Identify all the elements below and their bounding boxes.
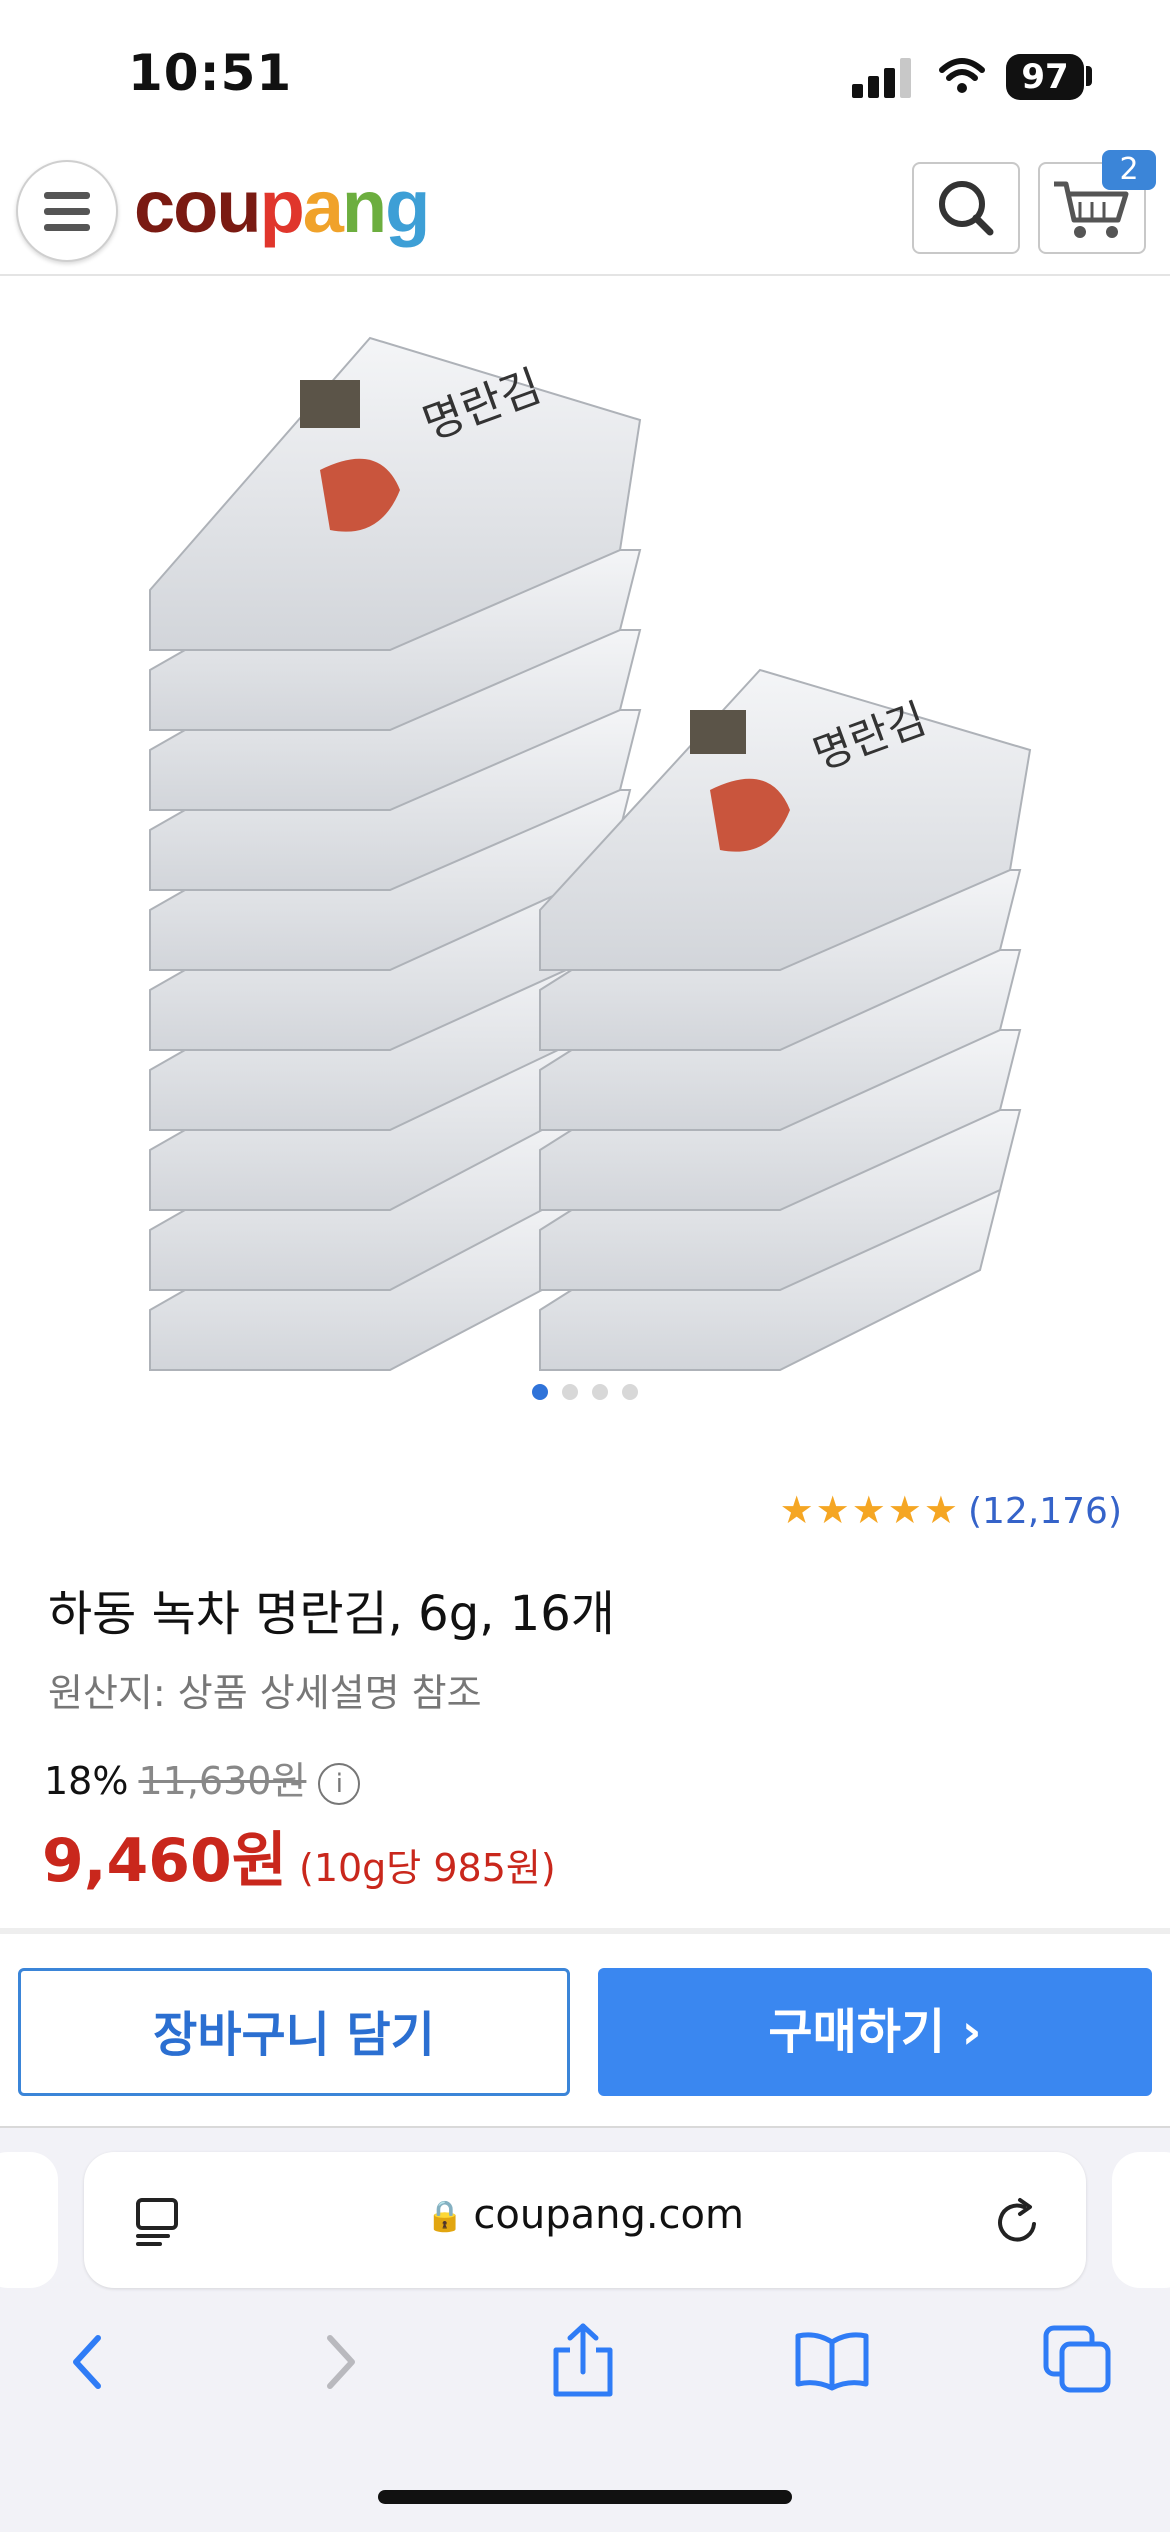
header-divider <box>0 274 1170 276</box>
star-rating-icon: ★★★★★ <box>779 1488 960 1532</box>
carousel-dot[interactable] <box>562 1384 578 1400</box>
battery-tip <box>1086 66 1092 86</box>
logo-letter: p <box>259 165 305 248</box>
cart-count-badge: 2 <box>1102 150 1156 190</box>
product-title: 하동 녹차 명란김, 6g, 16개 <box>48 1586 615 1642</box>
product-image[interactable]: 명란김 명란김 <box>0 290 1170 1390</box>
coupang-logo[interactable]: coupang <box>134 164 430 249</box>
logo-letter: g <box>385 165 430 248</box>
add-to-cart-button[interactable]: 장바구니 담기 <box>18 1968 570 2096</box>
wifi-icon <box>939 58 985 93</box>
carousel-dot[interactable] <box>592 1384 608 1400</box>
carousel-dot-active[interactable] <box>532 1384 548 1400</box>
menu-button[interactable] <box>16 160 118 262</box>
unit-price: (10g당 985원) <box>299 1846 556 1890</box>
lock-icon: 🔒 <box>426 2199 464 2234</box>
product-origin: 원산지: 상품 상세설명 참조 <box>48 1671 482 1715</box>
rating[interactable]: ★★★★★ (12,176) <box>780 1488 1122 1532</box>
logo-letter: c <box>134 165 175 248</box>
review-count[interactable]: (12,176) <box>968 1491 1122 1532</box>
status-time: 10:51 <box>128 44 293 102</box>
menu-icon <box>44 192 90 231</box>
back-icon[interactable] <box>64 2330 114 2394</box>
logo-letter: a <box>302 165 344 248</box>
sale-price: 9,460원 <box>42 1826 287 1896</box>
carousel-indicator[interactable] <box>0 1384 1170 1404</box>
cellular-signal-icon <box>852 58 911 98</box>
url-text: coupang.com <box>473 2192 744 2238</box>
reload-icon[interactable] <box>990 2194 1046 2250</box>
original-price: 11,630원 <box>138 1759 307 1803</box>
search-button[interactable] <box>912 162 1020 254</box>
logo-letter: o <box>173 165 218 248</box>
tabs-icon[interactable] <box>1042 2324 1114 2396</box>
bookmarks-icon[interactable] <box>792 2328 872 2392</box>
logo-letter: u <box>216 165 261 248</box>
browser-divider <box>0 2126 1170 2128</box>
battery-icon: 97 <box>1006 54 1084 100</box>
price-row: 9,460원 (10g당 985원) <box>42 1812 556 1899</box>
share-icon[interactable] <box>548 2322 618 2398</box>
buy-now-button[interactable]: 구매하기 › <box>598 1968 1152 2096</box>
discount-rate: 18% <box>44 1759 129 1803</box>
section-divider <box>0 1928 1170 1934</box>
carousel-dot[interactable] <box>622 1384 638 1400</box>
search-icon <box>939 181 994 236</box>
home-indicator[interactable] <box>378 2490 792 2504</box>
logo-letter: n <box>341 165 387 248</box>
info-icon[interactable]: i <box>318 1762 361 1805</box>
forward-icon[interactable] <box>316 2330 366 2394</box>
discount-row: 18% 11,630원 i <box>44 1750 361 1805</box>
